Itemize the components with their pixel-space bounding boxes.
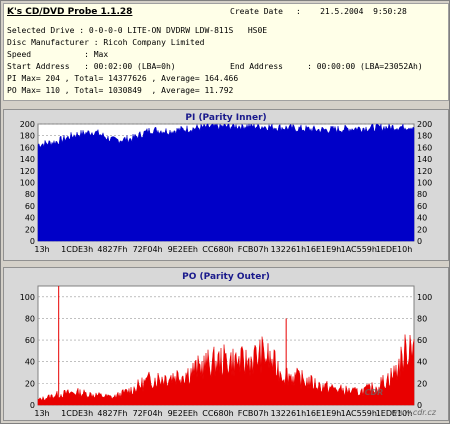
- pi-ytick-left: 120: [20, 167, 35, 176]
- po-xtick: 72F04h: [133, 409, 163, 418]
- disc-info-panel: K's CD/DVD Probe 1.1.28 Create Date : 21…: [3, 3, 449, 101]
- pi-ytick-right: 200: [417, 120, 432, 129]
- po-xtick: 1CDE3h: [61, 409, 93, 418]
- pi-ytick-left: 40: [25, 214, 35, 223]
- po-ytick-left: 100: [20, 293, 35, 302]
- po-chart-title: PO (Parity Outer): [182, 272, 270, 282]
- pi-chart: PI (Parity Inner)200 200180 180160 160140 14…: [20, 113, 433, 254]
- po-ytick-left: 20: [25, 379, 35, 388]
- pi-stats: PI Max= 204 , Total= 14377626 , Average=…: [7, 74, 239, 83]
- po-ytick-left: 40: [25, 358, 35, 367]
- pi-ytick-right: 40: [417, 214, 427, 223]
- pi-ytick-right: 80: [417, 190, 427, 199]
- po-chart-panel: PO (Parity Outer) 100 100 80 80 60 60 40 40 20 20 0…: [3, 267, 449, 421]
- speed: Speed : Max: [7, 50, 109, 59]
- pi-ytick-left: 20: [25, 225, 35, 234]
- pi-ytick-left: 180: [20, 132, 35, 141]
- po-xtick: 132261h: [271, 409, 307, 418]
- create-date-value: : 21.5.2004 9:50:28: [296, 7, 407, 16]
- pi-ytick-left: 80: [25, 190, 35, 199]
- pi-chart-panel: PI (Parity Inner) 200 200 180 180 160 160 140 14…: [3, 109, 449, 261]
- pi-ytick-right: 100: [417, 179, 432, 188]
- pi-xtick: 16E1E9h: [306, 245, 342, 254]
- po-xtick: 1AC559h: [341, 409, 377, 418]
- pi-data-area: [37, 123, 415, 242]
- pi-ytick-right: 20: [417, 225, 427, 234]
- watermark: www.cdr.cz: [391, 408, 437, 417]
- pi-ytick-left: 100: [20, 179, 35, 188]
- disc-manufacturer: Disc Manufacturer : Ricoh Company Limite…: [7, 38, 205, 47]
- pi-ytick-right: 160: [417, 143, 432, 152]
- cdr-logo: CDR: [365, 388, 384, 397]
- pi-ytick-right: 120: [417, 167, 432, 176]
- po-ytick-right: 60: [417, 336, 427, 345]
- pi-ytick-right: 140: [417, 155, 432, 164]
- pi-ytick-right: 0: [417, 237, 422, 246]
- pi-ytick-left: 160: [20, 143, 35, 152]
- pi-xtick: 4827Fh: [97, 245, 127, 254]
- pi-xtick: 1EDE10h: [376, 245, 413, 254]
- po-ytick-right: 80: [417, 314, 427, 323]
- pi-ytick-left: 60: [25, 202, 35, 211]
- po-ytick-right: 40: [417, 358, 427, 367]
- pi-xtick: FCB07h: [238, 245, 269, 254]
- po-ytick-left: 80: [25, 314, 35, 323]
- selected-drive: Selected Drive : 0-0-0-0 LITE-ON DVDRW L…: [7, 26, 268, 35]
- end-address: End Address : 00:00:00 (LBA=23052Ah): [230, 62, 423, 71]
- pi-xtick: 9E2EEh: [168, 245, 198, 254]
- po-xtick: 9E2EEh: [168, 409, 198, 418]
- pi-xtick: 1CDE3h: [61, 245, 93, 254]
- app-window: K's CD/DVD Probe 1.1.28 Create Date : 21…: [0, 0, 450, 424]
- po-ytick-right: 20: [417, 379, 427, 388]
- pi-xtick: 1AC559h: [341, 245, 377, 254]
- po-xtick: FCB07h: [238, 409, 269, 418]
- po-ytick-left: 60: [25, 336, 35, 345]
- pi-xtick: 132261h: [271, 245, 307, 254]
- pi-chart-title: PI (Parity Inner): [185, 113, 266, 123]
- pi-ytick-left: 200: [20, 120, 35, 129]
- pi-xtick: CC680h: [202, 245, 234, 254]
- po-chart: PO (Parity Outer)100 10080 8060 6040 4020 200…: [20, 272, 437, 418]
- pi-ytick-right: 60: [417, 202, 427, 211]
- pi-ytick-right: 180: [417, 132, 432, 141]
- po-xtick: 4827Fh: [97, 409, 127, 418]
- po-xtick: CC680h: [202, 409, 234, 418]
- po-ytick-right: 100: [417, 293, 432, 302]
- create-date-label: Create Date: [230, 7, 283, 16]
- pi-xtick: 13h: [34, 245, 49, 254]
- po-stats: PO Max= 110 , Total= 1030849 , Average= …: [7, 86, 234, 95]
- app-title: K's CD/DVD Probe 1.1.28: [7, 7, 133, 17]
- pi-ytick-left: 140: [20, 155, 35, 164]
- po-xtick: 13h: [34, 409, 49, 418]
- start-address: Start Address : 00:02:00 (LBA=0h): [7, 62, 176, 71]
- pi-xtick: 72F04h: [133, 245, 163, 254]
- po-xtick: 16E1E9h: [306, 409, 342, 418]
